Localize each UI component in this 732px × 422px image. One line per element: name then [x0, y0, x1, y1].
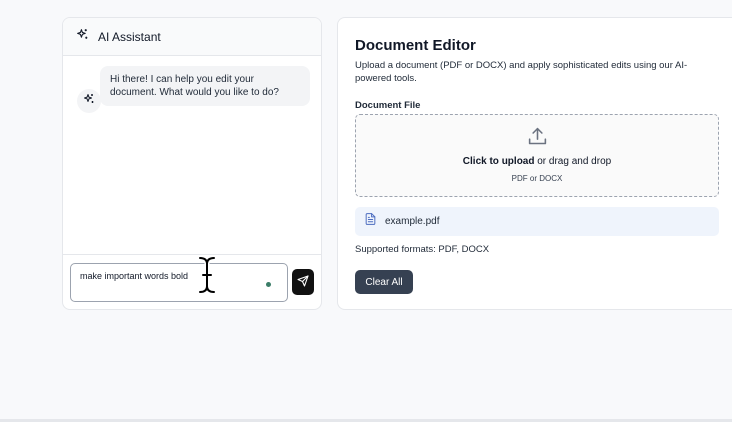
assistant-avatar [77, 89, 101, 113]
assistant-panel: AI Assistant Hi there! I can help you ed… [62, 17, 322, 310]
drag-drop-text: or drag and drop [534, 156, 612, 167]
file-name: example.pdf [385, 216, 440, 227]
supported-formats: Supported formats: PDF, DOCX [355, 244, 490, 255]
sparkles-icon [76, 28, 89, 46]
assistant-message: Hi there! I can help you edit your docum… [100, 66, 310, 106]
message-list: Hi there! I can help you edit your docum… [63, 56, 321, 254]
send-icon [297, 274, 309, 290]
assistant-title: AI Assistant [98, 29, 161, 44]
document-file-label: Document File [355, 100, 421, 111]
uploaded-file: example.pdf [355, 207, 719, 236]
status-dot [266, 282, 271, 287]
upload-dropzone[interactable]: Click to upload or drag and drop PDF or … [355, 114, 719, 197]
assistant-header: AI Assistant [63, 18, 321, 56]
text-cursor-icon [195, 255, 219, 295]
document-editor-panel: Document Editor Upload a document (PDF o… [337, 17, 732, 310]
clear-all-button[interactable]: Clear All [355, 270, 413, 294]
chat-input[interactable] [70, 263, 288, 302]
upload-icon [527, 126, 548, 152]
click-to-upload-text: Click to upload [462, 156, 535, 167]
page-title: Document Editor [355, 37, 476, 54]
editor-description: Upload a document (PDF or DOCX) and appl… [355, 60, 688, 84]
dropzone-file-types: PDF or DOCX [511, 174, 563, 183]
send-button[interactable] [292, 269, 314, 295]
sparkles-icon [83, 92, 95, 110]
file-icon [364, 212, 377, 231]
dropzone-instructions: Click to upload or drag and drop [356, 156, 718, 167]
message-composer [63, 254, 321, 309]
